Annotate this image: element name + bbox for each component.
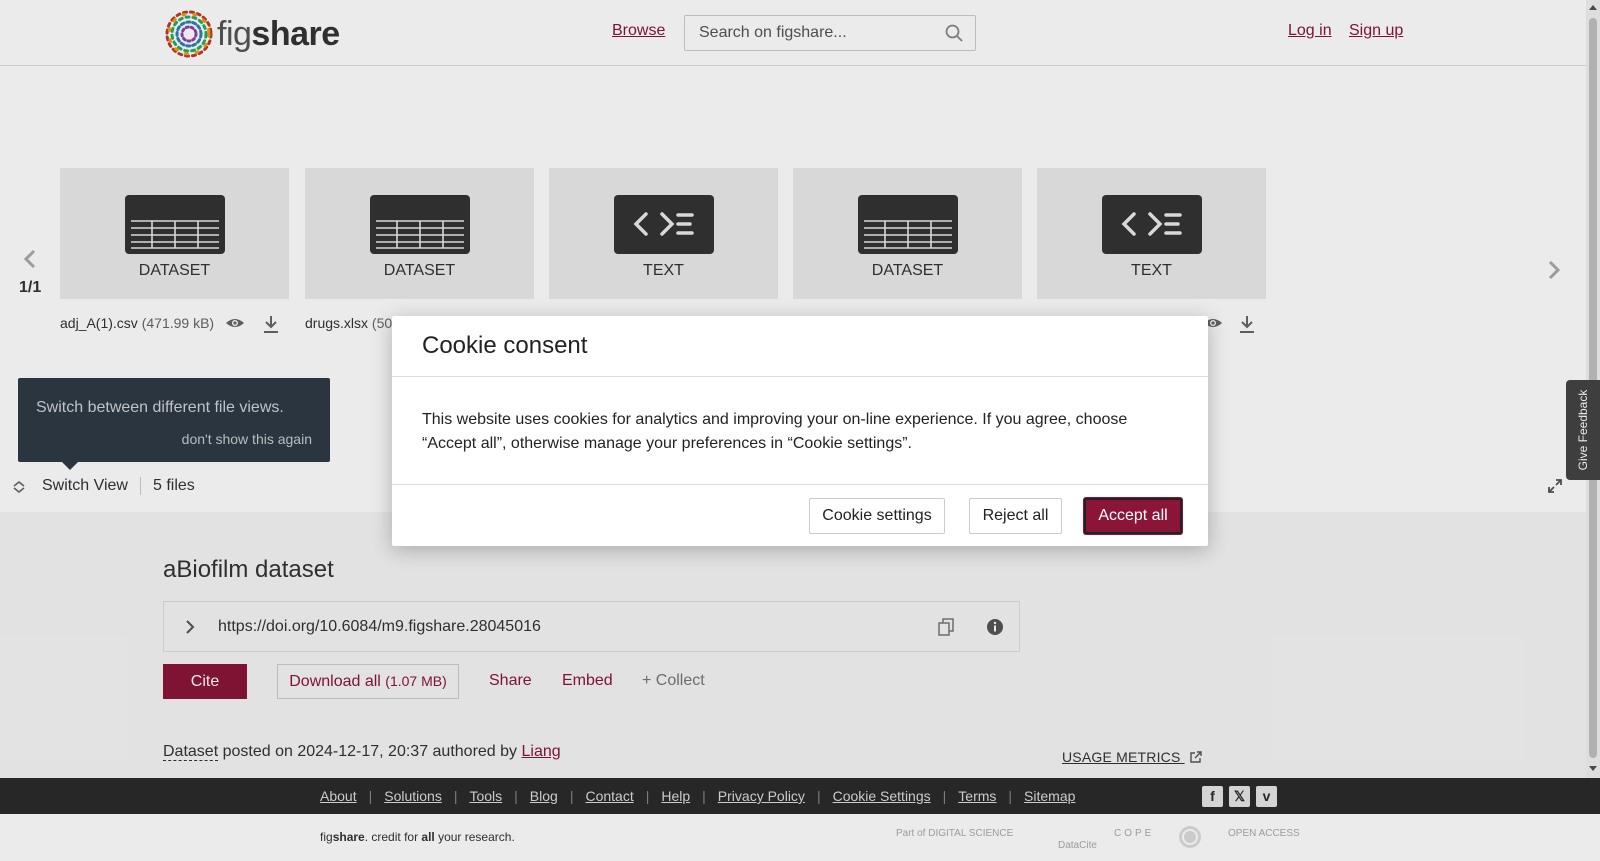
cookie-settings-button[interactable]: Cookie settings xyxy=(809,498,945,534)
divider xyxy=(392,484,1208,485)
accept-all-button[interactable]: Accept all xyxy=(1084,498,1182,534)
divider xyxy=(392,376,1208,377)
dialog-title: Cookie consent xyxy=(422,332,588,359)
dialog-body: This website uses cookies for analytics … xyxy=(422,411,1128,452)
reject-all-button[interactable]: Reject all xyxy=(969,498,1062,534)
cookie-consent-dialog: Cookie consent This website uses cookies… xyxy=(392,316,1208,546)
